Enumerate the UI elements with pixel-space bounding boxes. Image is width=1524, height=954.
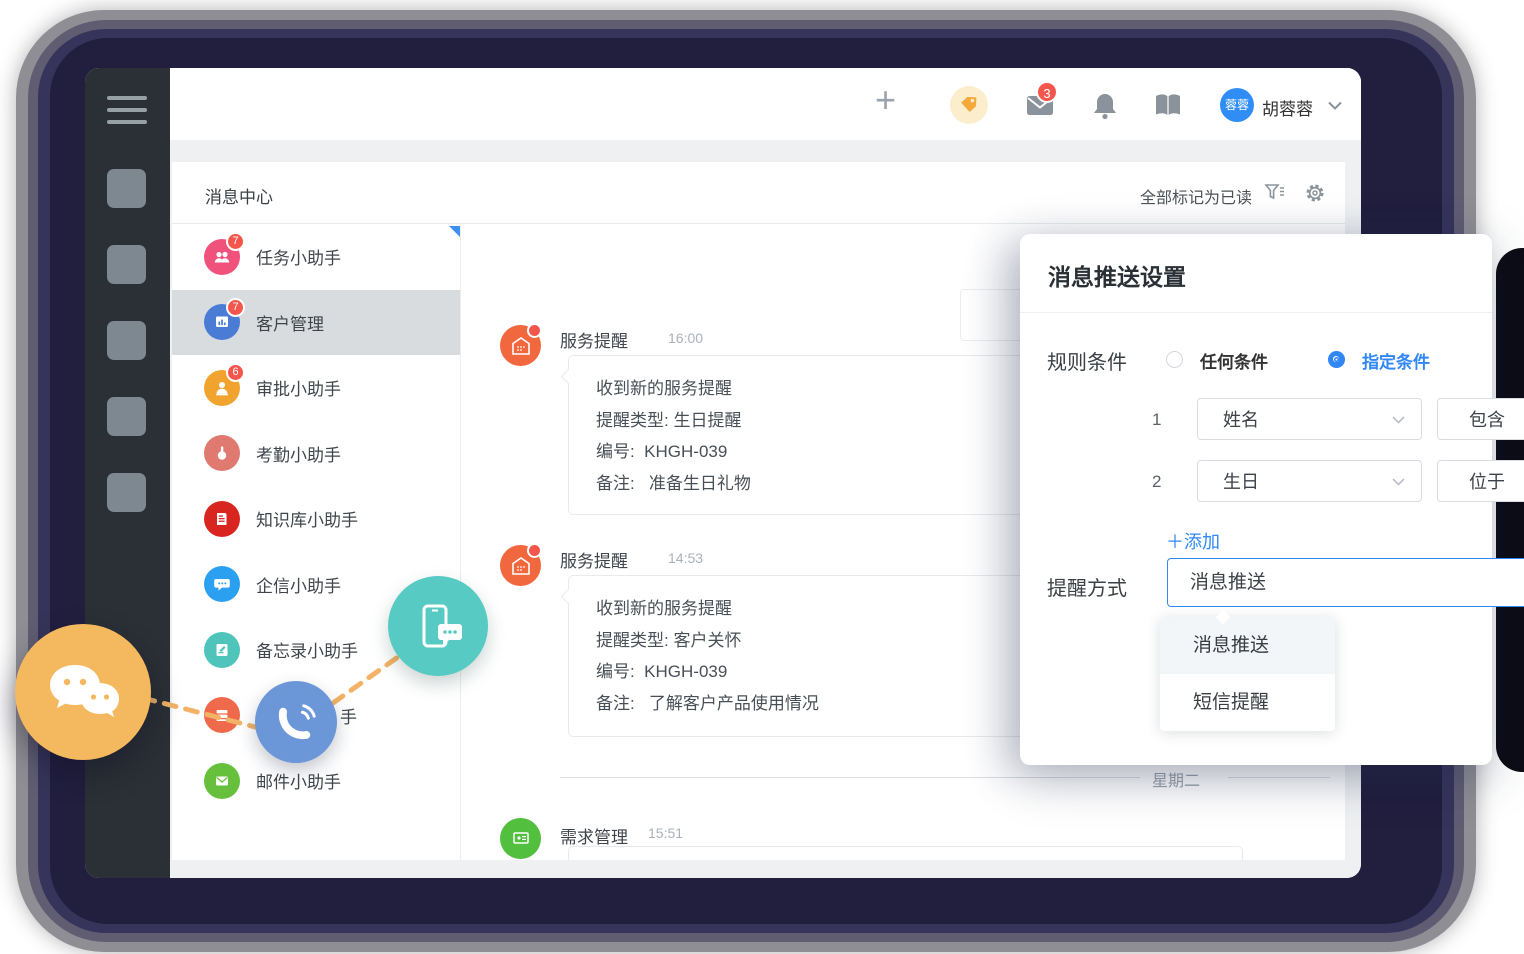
message-title: 需求管理 bbox=[560, 823, 628, 848]
condition-row-number: 1 bbox=[1152, 410, 1161, 430]
unread-dot bbox=[527, 543, 542, 558]
operator-select[interactable]: 包含 bbox=[1437, 398, 1524, 440]
assistant-item-customers[interactable]: 7 客户管理 bbox=[172, 290, 460, 356]
settings-gear-icon[interactable] bbox=[1304, 182, 1326, 204]
message-time: 16:00 bbox=[668, 330, 703, 346]
assistant-item-tasks[interactable]: 7 任务小助手 bbox=[172, 224, 460, 290]
message-title: 服务提醒 bbox=[560, 327, 628, 352]
assistant-label: 知识库小助手 bbox=[256, 506, 358, 531]
popup-title: 消息推送设置 bbox=[1048, 258, 1186, 292]
sidebar-module-placeholder[interactable] bbox=[107, 397, 146, 436]
chevron-down-icon bbox=[1392, 478, 1405, 486]
add-condition-label: 添加 bbox=[1184, 532, 1220, 552]
phone-mockup-edge bbox=[1496, 248, 1524, 772]
chevron-down-icon[interactable] bbox=[1328, 101, 1342, 110]
radio-any-label[interactable]: 任何条件 bbox=[1200, 348, 1268, 373]
chevron-down-icon bbox=[1392, 416, 1405, 424]
message-card-clipped[interactable] bbox=[568, 846, 1243, 860]
dropdown-option-sms[interactable]: 短信提醒 bbox=[1160, 674, 1335, 731]
day-divider-label: 星期二 bbox=[1142, 767, 1210, 791]
sidebar-module-placeholder[interactable] bbox=[107, 245, 146, 284]
wechat-channel-icon bbox=[15, 624, 151, 760]
sidebar-module-placeholder[interactable] bbox=[107, 169, 146, 208]
user-avatar[interactable]: 蓉蓉 bbox=[1220, 88, 1254, 122]
popup-divider bbox=[1020, 312, 1492, 313]
filter-icon[interactable] bbox=[1264, 182, 1286, 204]
demand-management-avatar bbox=[500, 818, 541, 859]
plus-icon: ＋ bbox=[1166, 532, 1184, 552]
assistant-label: 企信小助手 bbox=[256, 572, 341, 597]
field-select-value: 姓名 bbox=[1223, 406, 1259, 432]
tag-button[interactable] bbox=[950, 86, 988, 124]
book-icon[interactable] bbox=[1153, 90, 1183, 120]
assistant-item-knowledge[interactable]: 知识库小助手 bbox=[172, 486, 460, 552]
rule-condition-label: 规则条件 bbox=[1047, 346, 1127, 375]
radio-specified-label[interactable]: 指定条件 bbox=[1362, 348, 1430, 373]
unread-badge: 6 bbox=[226, 363, 245, 382]
assistant-label: 手 bbox=[340, 703, 357, 728]
phone-channel-icon bbox=[255, 681, 337, 763]
assistant-list: 7 任务小助手 7 客户管理 6 bbox=[172, 224, 461, 860]
sidebar-module-placeholder[interactable] bbox=[107, 321, 146, 360]
tag-icon bbox=[959, 95, 979, 115]
assistant-item-mail[interactable]: 邮件小助手 bbox=[172, 748, 460, 814]
memo-icon bbox=[204, 632, 240, 668]
sidebar-module-placeholder[interactable] bbox=[107, 473, 146, 512]
message-time: 14:53 bbox=[668, 550, 703, 566]
hamburger-menu-icon[interactable] bbox=[107, 96, 147, 132]
radio-specified-condition[interactable] bbox=[1328, 351, 1345, 368]
assistant-label: 审批小助手 bbox=[256, 375, 341, 400]
assistant-label: 备忘录小助手 bbox=[256, 637, 358, 662]
bell-icon[interactable] bbox=[1090, 90, 1120, 120]
service-reminder-avatar bbox=[500, 325, 541, 366]
mail-assistant-icon bbox=[204, 763, 240, 799]
add-new-button[interactable]: + bbox=[875, 79, 896, 121]
condition-row-number: 2 bbox=[1152, 472, 1161, 492]
service-reminder-avatar bbox=[500, 545, 541, 586]
marketing-screenshot: + 3 蓉蓉 胡蓉蓉 消息中心 全部标记为已读 bbox=[0, 0, 1524, 954]
mark-all-read-button[interactable]: 全部标记为已读 bbox=[1140, 184, 1252, 208]
radio-any-condition[interactable] bbox=[1166, 351, 1183, 368]
dropdown-option-push[interactable]: 消息推送 bbox=[1160, 617, 1335, 674]
assistant-label: 考勤小助手 bbox=[256, 441, 341, 466]
knowledge-base-icon bbox=[204, 501, 240, 537]
operator-select[interactable]: 位于 bbox=[1437, 460, 1524, 502]
remind-method-label: 提醒方式 bbox=[1047, 572, 1127, 601]
chat-assistant-icon bbox=[204, 566, 240, 602]
operator-select-value: 位于 bbox=[1469, 468, 1505, 494]
remind-method-select[interactable]: 消息推送 bbox=[1167, 558, 1524, 607]
mail-badge: 3 bbox=[1036, 81, 1058, 103]
attendance-icon bbox=[204, 435, 240, 471]
user-name[interactable]: 胡蓉蓉 bbox=[1262, 95, 1313, 120]
message-title: 服务提醒 bbox=[560, 547, 628, 572]
top-bar: + 3 蓉蓉 胡蓉蓉 bbox=[170, 68, 1361, 140]
assistant-item-attendance[interactable]: 考勤小助手 bbox=[172, 421, 460, 487]
unread-badge: 7 bbox=[226, 298, 245, 317]
assistant-label: 邮件小助手 bbox=[256, 768, 341, 793]
assistant-label: 客户管理 bbox=[256, 310, 324, 335]
mobile-message-channel-icon bbox=[388, 576, 488, 676]
page-title: 消息中心 bbox=[205, 183, 273, 208]
operator-select-value: 包含 bbox=[1469, 406, 1505, 432]
field-select[interactable]: 姓名 bbox=[1197, 398, 1422, 440]
message-time: 15:51 bbox=[648, 825, 683, 841]
assistant-item-approval[interactable]: 6 审批小助手 bbox=[172, 355, 460, 421]
add-condition-button[interactable]: ＋添加 bbox=[1166, 528, 1220, 554]
unread-badge: 7 bbox=[226, 232, 245, 251]
assistant-label: 任务小助手 bbox=[256, 244, 341, 269]
push-settings-popup: 消息推送设置 规则条件 任何条件 指定条件 1 姓名 包含 2 生日 位于 ＋添… bbox=[1020, 234, 1492, 765]
day-divider: 星期二 bbox=[462, 777, 1345, 779]
panel-header: 消息中心 全部标记为已读 bbox=[172, 162, 1345, 224]
field-select-value: 生日 bbox=[1223, 468, 1259, 494]
field-select[interactable]: 生日 bbox=[1197, 460, 1422, 502]
unread-dot bbox=[527, 323, 542, 338]
remind-method-dropdown: 消息推送 短信提醒 bbox=[1160, 617, 1335, 731]
cards-icon bbox=[204, 697, 240, 733]
